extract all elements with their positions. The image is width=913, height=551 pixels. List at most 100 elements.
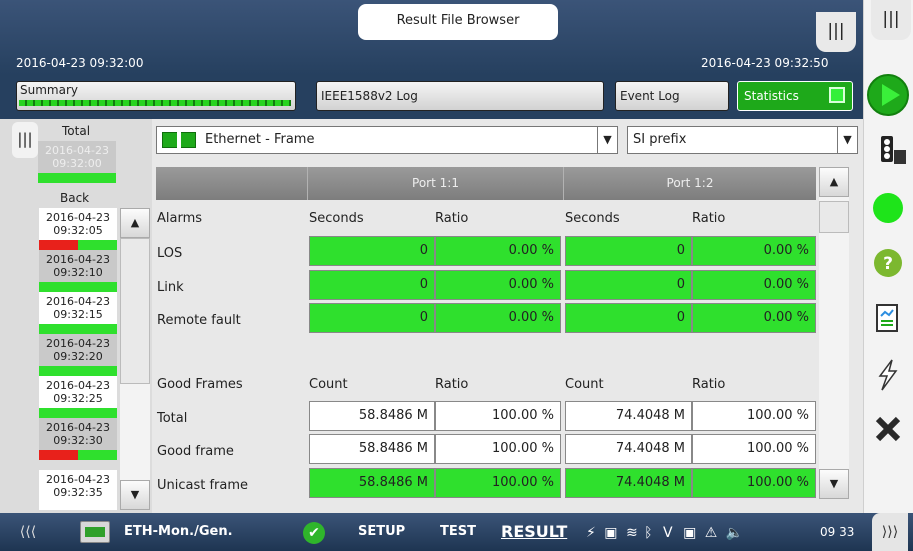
history-scroll-thumb[interactable]: [120, 238, 150, 384]
port2-ratio-header: Ratio: [692, 211, 726, 226]
frame-row-label: Total: [157, 411, 188, 426]
total-entry[interactable]: 2016-04-23 09:32:00: [38, 141, 116, 183]
v-icon: V: [663, 525, 673, 541]
units-select[interactable]: SI prefix ▼: [627, 126, 858, 154]
left-panel-toggle-icon[interactable]: |||: [12, 122, 38, 158]
menu-toggle-icon[interactable]: |||: [871, 0, 911, 40]
result-button[interactable]: RESULT: [501, 513, 567, 551]
traffic-light-button[interactable]: [863, 130, 913, 174]
list-item[interactable]: 2016-04-23 09:32:35: [39, 470, 117, 510]
chevron-down-icon: ▼: [837, 127, 857, 153]
table-cell: 0: [565, 236, 692, 266]
alarm-row-label: Link: [157, 280, 184, 295]
history-list: 2016-04-23 09:32:05 2016-04-23 09:32:10 20…: [39, 208, 117, 510]
tab-ieee1588v2-log[interactable]: IEEE1588v2 Log: [316, 81, 604, 111]
port1-ratio-header: Ratio: [435, 211, 469, 226]
good-frames-section-label: Good Frames: [157, 377, 243, 392]
traffic-light-icon: [881, 136, 906, 164]
report-icon: [876, 304, 898, 332]
table-cell: 100.00 %: [692, 434, 816, 464]
table-cell: 0.00 %: [692, 270, 816, 300]
wifi-icon: ≋: [625, 525, 638, 541]
check-icon: ✔: [303, 522, 325, 544]
statistics-led-icon: [829, 87, 845, 103]
table-cell: 0.00 %: [435, 236, 561, 266]
clock: 09 33: [820, 525, 855, 539]
network-icon: ⚠: [704, 525, 718, 541]
summary-progress-bar: [19, 100, 291, 106]
port2-ratio-header: Ratio: [692, 377, 726, 392]
table-cell: 0: [309, 303, 435, 333]
units-select-value: SI prefix: [633, 132, 687, 147]
collapse-left-icon[interactable]: ⟨⟨⟨: [10, 513, 46, 551]
table-cell: 0: [565, 303, 692, 333]
back-label: Back: [60, 191, 90, 205]
port1-count-header: Count: [309, 377, 348, 392]
storage-icon: ▣: [604, 525, 618, 541]
table-cell: 0: [309, 236, 435, 266]
help-button[interactable]: ?: [863, 246, 913, 286]
table-cell: 74.4048 M: [565, 468, 692, 498]
list-item[interactable]: 2016-04-23 09:32:20: [39, 334, 117, 376]
table-cell: 0: [565, 270, 692, 300]
report-button[interactable]: [863, 302, 913, 342]
setup-button[interactable]: SETUP: [358, 513, 405, 551]
test-button[interactable]: TEST: [440, 513, 476, 551]
history-scroll-up-icon[interactable]: ▲: [120, 208, 150, 238]
collapse-right-icon[interactable]: ⟩⟩⟩: [872, 513, 908, 551]
table-cell: 100.00 %: [692, 468, 816, 498]
alarms-section-label: Alarms: [157, 211, 203, 226]
list-item[interactable]: 2016-04-23 09:32:30: [39, 418, 117, 460]
table-cell: 58.8486 M: [309, 401, 435, 431]
table-cell: 100.00 %: [692, 401, 816, 431]
table-scrollbar[interactable]: ▲ ▼: [819, 167, 849, 499]
start-timestamp: 2016-04-23 09:32:00: [16, 56, 144, 70]
play-icon: [867, 74, 909, 116]
table-cell: 58.8486 M: [309, 434, 435, 464]
chevron-down-icon: ▼: [597, 127, 617, 153]
status-led-icon: [873, 193, 903, 223]
panel-toggle-icon[interactable]: |||: [816, 12, 856, 52]
view-select-value: Ethernet - Frame: [205, 132, 315, 147]
bluetooth-icon: ᛒ: [644, 525, 653, 541]
svg-text:?: ?: [883, 254, 893, 274]
frame-row-label: Unicast frame: [157, 478, 249, 493]
list-item[interactable]: 2016-04-23 09:32:10: [39, 250, 117, 292]
table-scroll-thumb[interactable]: [819, 201, 849, 233]
list-item[interactable]: 2016-04-23 09:32:05: [39, 208, 117, 250]
port1-seconds-header: Seconds: [309, 211, 364, 226]
help-icon: ?: [874, 249, 902, 277]
window-title: Result File Browser: [358, 4, 558, 40]
start-test-button[interactable]: [863, 72, 913, 122]
end-timestamp: 2016-04-23 09:32:50: [701, 56, 829, 70]
tab-event-log[interactable]: Event Log: [615, 81, 729, 111]
table-scroll-up-icon[interactable]: ▲: [819, 167, 849, 197]
table-cell: 74.4048 M: [565, 434, 692, 464]
port-1-header: Port 1:1: [307, 167, 563, 200]
close-icon: [875, 416, 901, 442]
table-cell: 0.00 %: [435, 270, 561, 300]
table-cell: 58.8486 M: [309, 468, 435, 498]
status-led-button[interactable]: [863, 190, 913, 230]
tab-summary[interactable]: Summary: [16, 81, 296, 111]
app-name: ETH-Mon./Gen.: [124, 524, 233, 539]
table-scroll-down-icon[interactable]: ▼: [819, 469, 849, 499]
table-cell: 100.00 %: [435, 468, 561, 498]
close-button[interactable]: [863, 412, 913, 456]
total-status-bar: [38, 173, 116, 183]
inject-error-button[interactable]: [863, 358, 913, 398]
plug-icon: ⚡: [586, 525, 596, 541]
module-icon: [80, 521, 110, 543]
ethernet-icon: [162, 132, 196, 148]
list-item[interactable]: 2016-04-23 09:32:15: [39, 292, 117, 334]
view-select[interactable]: Ethernet - Frame ▼: [156, 126, 618, 154]
frame-row-label: Good frame: [157, 444, 234, 459]
history-scrollbar[interactable]: ▲ ▼: [120, 208, 150, 510]
history-scroll-down-icon[interactable]: ▼: [120, 480, 150, 510]
table-cell: 0.00 %: [692, 236, 816, 266]
port2-seconds-header: Seconds: [565, 211, 620, 226]
table-cell: 0: [309, 270, 435, 300]
port-2-header: Port 1:2: [563, 167, 816, 200]
list-item[interactable]: 2016-04-23 09:32:25: [39, 376, 117, 418]
port2-count-header: Count: [565, 377, 604, 392]
